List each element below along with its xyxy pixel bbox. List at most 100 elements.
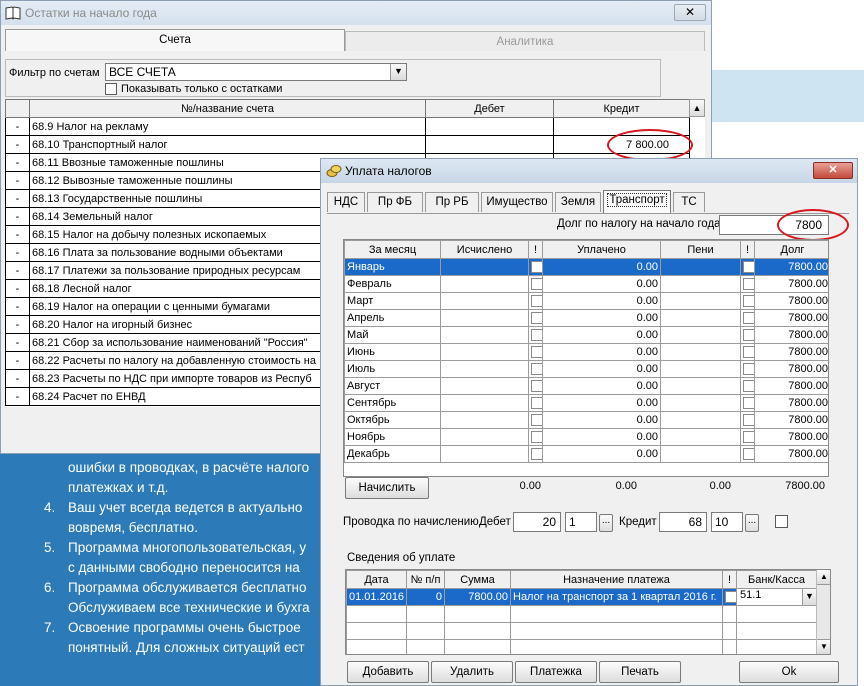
header-sum[interactable]: Сумма	[444, 570, 511, 589]
table-row[interactable]: Август 0.00 7800.00	[344, 377, 828, 395]
payment-no[interactable]: 0	[406, 588, 445, 606]
table-row[interactable]	[346, 622, 817, 640]
posting-checkbox[interactable]	[775, 515, 788, 528]
header-credit[interactable]: Кредит	[553, 99, 690, 118]
tab-property[interactable]: Имущество	[481, 192, 553, 212]
debt-cell[interactable]: 7800.00	[754, 394, 828, 412]
account-filter-select[interactable]: ВСЕ СЧЕТА ▼	[105, 63, 407, 81]
table-row[interactable]: Сентябрь 0.00 7800.00	[344, 394, 828, 412]
calc-cell[interactable]	[440, 445, 529, 463]
payment-purpose[interactable]: Налог на транспорт за 1 квартал 2016 г.	[510, 588, 723, 606]
debit-sub-input[interactable]: 1	[565, 512, 597, 532]
peni-cell[interactable]	[660, 377, 741, 395]
table-row[interactable]: Май 0.00 7800.00	[344, 326, 828, 344]
month-cell[interactable]: Ноябрь	[344, 428, 441, 446]
calc-cell[interactable]	[440, 377, 529, 395]
credit-browse-button[interactable]: ...	[745, 514, 759, 532]
paid-cell[interactable]: 0.00	[542, 377, 661, 395]
debt-cell[interactable]: 7800.00	[754, 411, 828, 429]
payment-sum[interactable]: 7800.00	[444, 588, 511, 606]
debit-cell[interactable]	[425, 135, 554, 154]
debit-cell[interactable]	[425, 117, 554, 136]
account-name[interactable]: 68.9 Налог на рекламу	[29, 117, 426, 136]
peni-cell[interactable]	[660, 360, 741, 378]
table-row[interactable]: -68.10 Транспортный налог 7 800.00	[5, 135, 690, 154]
flag2-checkbox[interactable]	[740, 411, 755, 429]
header-peni[interactable]: Пени	[660, 240, 741, 259]
flag-checkbox[interactable]	[528, 292, 543, 310]
header-calc[interactable]: Исчислено	[440, 240, 529, 259]
flag-checkbox[interactable]	[528, 428, 543, 446]
debit-browse-button[interactable]: ...	[599, 514, 613, 532]
delete-button[interactable]: Удалить	[431, 661, 513, 683]
flag-checkbox[interactable]	[528, 411, 543, 429]
paid-cell[interactable]: 0.00	[542, 360, 661, 378]
tab-nds[interactable]: НДС	[327, 192, 365, 212]
add-button[interactable]: Добавить	[347, 661, 429, 683]
month-cell[interactable]: Май	[344, 326, 441, 344]
flag2-checkbox[interactable]	[740, 377, 755, 395]
tab-ts[interactable]: ТС	[673, 192, 705, 212]
flag2-checkbox[interactable]	[740, 258, 755, 276]
flag2-checkbox[interactable]	[740, 309, 755, 327]
debt-cell[interactable]: 7800.00	[754, 292, 828, 310]
flag2-checkbox[interactable]	[740, 445, 755, 463]
payment-date[interactable]: 01.01.2016	[346, 588, 407, 606]
table-row[interactable]: -68.9 Налог на рекламу	[5, 117, 690, 136]
table-row[interactable]: Июль 0.00 7800.00	[344, 360, 828, 378]
peni-cell[interactable]	[660, 309, 741, 327]
debt-cell[interactable]: 7800.00	[754, 445, 828, 463]
header-debit[interactable]: Дебет	[425, 99, 554, 118]
flag-checkbox[interactable]	[528, 394, 543, 412]
ok-button[interactable]: Ok	[739, 661, 839, 683]
credit-account-input[interactable]: 68	[659, 512, 707, 532]
peni-cell[interactable]	[660, 394, 741, 412]
month-cell[interactable]: Декабрь	[344, 445, 441, 463]
debt-cell[interactable]: 7800.00	[754, 343, 828, 361]
accrue-button[interactable]: Начислить	[345, 477, 429, 499]
peni-cell[interactable]	[660, 343, 741, 361]
peni-cell[interactable]	[660, 326, 741, 344]
calc-cell[interactable]	[440, 258, 529, 276]
month-cell[interactable]: Январь	[344, 258, 441, 276]
debt-cell[interactable]: 7800.00	[754, 360, 828, 378]
peni-cell[interactable]	[660, 292, 741, 310]
close-button[interactable]: ✕	[813, 162, 853, 179]
flag2-checkbox[interactable]	[740, 326, 755, 344]
paid-cell[interactable]: 0.00	[542, 326, 661, 344]
header-date[interactable]: Дата	[346, 570, 407, 589]
scroll-down-icon[interactable]: ▼	[817, 639, 830, 654]
peni-cell[interactable]	[660, 258, 741, 276]
bank-select[interactable]: 51.1 ▼	[736, 588, 817, 606]
paid-cell[interactable]: 0.00	[542, 411, 661, 429]
peni-cell[interactable]	[660, 428, 741, 446]
tab-land[interactable]: Земля	[555, 192, 601, 212]
calc-cell[interactable]	[440, 326, 529, 344]
paid-cell[interactable]: 0.00	[542, 292, 661, 310]
credit-sub-input[interactable]: 10	[711, 512, 743, 532]
flag2-checkbox[interactable]	[740, 428, 755, 446]
month-cell[interactable]: Апрель	[344, 309, 441, 327]
debt-cell[interactable]: 7800.00	[754, 326, 828, 344]
paid-cell[interactable]: 0.00	[542, 343, 661, 361]
month-cell[interactable]: Февраль	[344, 275, 441, 293]
debt-cell[interactable]: 7800.00	[754, 428, 828, 446]
flag-checkbox[interactable]	[528, 309, 543, 327]
month-cell[interactable]: Март	[344, 292, 441, 310]
flag2-checkbox[interactable]	[740, 394, 755, 412]
flag2-checkbox[interactable]	[740, 275, 755, 293]
tab-pr-fb[interactable]: Пр ФБ	[367, 192, 423, 212]
header-no[interactable]: № п/п	[406, 570, 445, 589]
tab-pr-rb[interactable]: Пр РБ	[425, 192, 479, 212]
table-row[interactable]: Ноябрь 0.00 7800.00	[344, 428, 828, 446]
close-button[interactable]: ✕	[674, 4, 706, 21]
calc-cell[interactable]	[440, 360, 529, 378]
paid-cell[interactable]: 0.00	[542, 445, 661, 463]
flag2-checkbox[interactable]	[740, 292, 755, 310]
table-row[interactable]: Декабрь 0.00 7800.00	[344, 445, 828, 463]
paid-cell[interactable]: 0.00	[542, 394, 661, 412]
header-debt[interactable]: Долг	[754, 240, 828, 259]
chevron-down-icon[interactable]: ▼	[802, 589, 816, 605]
calc-cell[interactable]	[440, 343, 529, 361]
flag-checkbox[interactable]	[528, 258, 543, 276]
